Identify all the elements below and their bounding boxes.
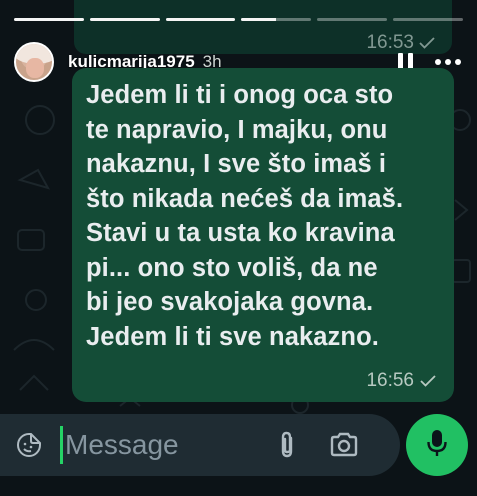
story-progress bbox=[14, 18, 463, 21]
voice-record-button[interactable] bbox=[406, 414, 468, 476]
more-options-icon[interactable] bbox=[435, 59, 461, 65]
attach-paperclip-icon[interactable] bbox=[275, 430, 301, 460]
message-composer bbox=[0, 414, 400, 476]
avatar[interactable] bbox=[14, 42, 54, 82]
story-progress-segment bbox=[393, 18, 463, 21]
story-progress-segment bbox=[317, 18, 388, 21]
message-bubble: Jedem li ti i onog oca sto te napravio, … bbox=[72, 68, 454, 402]
camera-icon[interactable] bbox=[329, 431, 359, 459]
message-meta: 16:56 bbox=[366, 370, 436, 392]
message-time: 16:56 bbox=[366, 370, 414, 391]
story-progress-segment bbox=[165, 18, 236, 21]
story-progress-segment bbox=[89, 18, 160, 21]
sticker-emoji-icon[interactable] bbox=[16, 432, 42, 458]
single-check-icon bbox=[420, 375, 436, 387]
message-input[interactable] bbox=[65, 429, 265, 461]
story-progress-segment bbox=[14, 18, 84, 21]
text-caret bbox=[60, 426, 63, 464]
story-progress-segment bbox=[241, 18, 312, 21]
message-text: Jedem li ti i onog oca sto te napravio, … bbox=[86, 81, 404, 351]
microphone-icon bbox=[426, 428, 448, 463]
